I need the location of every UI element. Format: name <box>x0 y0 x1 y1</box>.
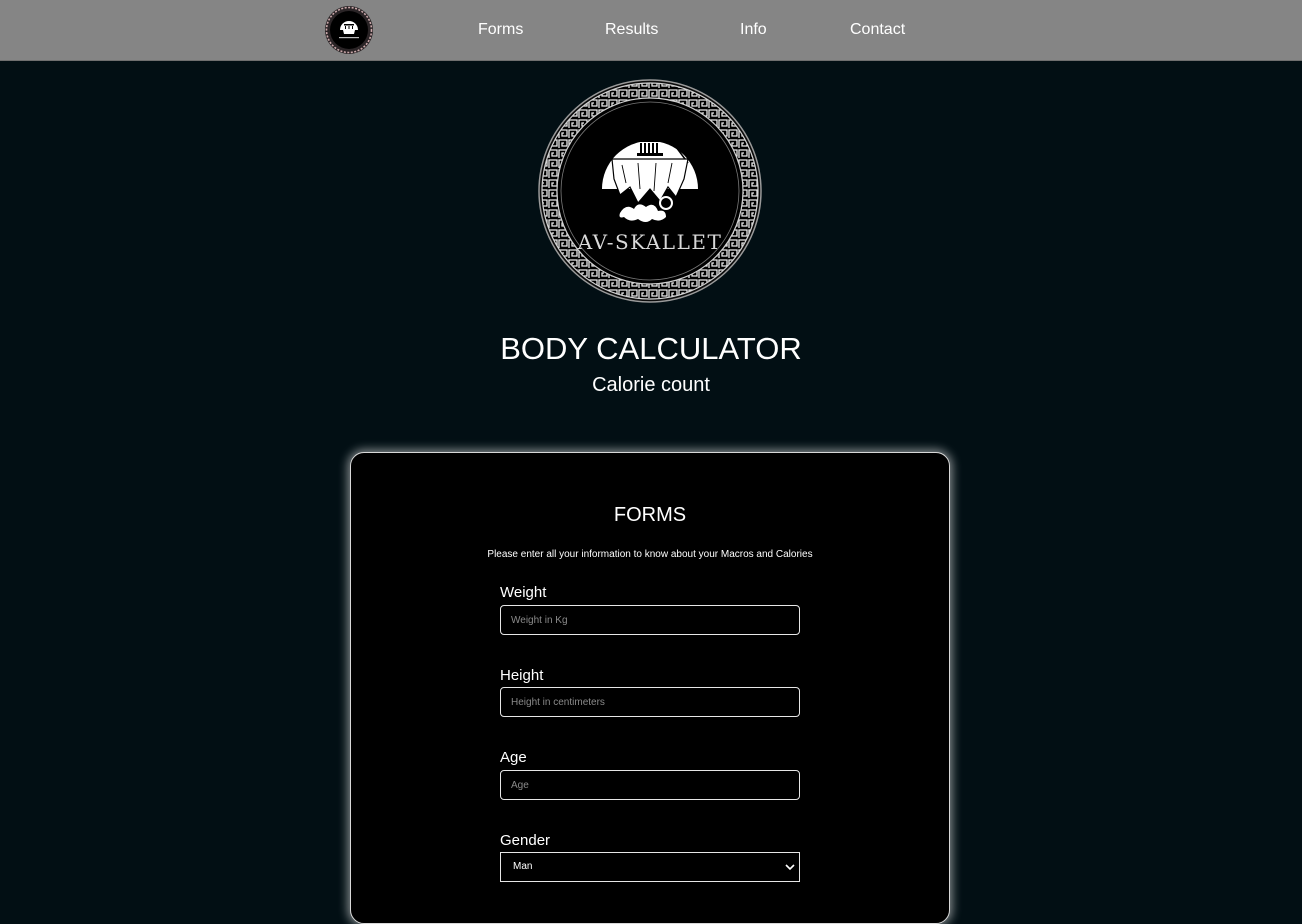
gender-label: Gender <box>500 832 551 849</box>
age-input[interactable] <box>500 770 800 800</box>
height-label: Height <box>500 667 544 684</box>
av-skallet-logo: AV-SKALLET <box>538 79 762 303</box>
height-input[interactable] <box>500 687 800 717</box>
nav-link-contact[interactable]: Contact <box>850 20 905 40</box>
nav-link-info[interactable]: Info <box>740 20 767 40</box>
page-subtitle: Calorie count <box>592 374 710 396</box>
nav-link-results[interactable]: Results <box>605 20 658 40</box>
weight-input[interactable] <box>500 605 800 635</box>
forms-card: FORMS Please enter all your information … <box>350 452 950 924</box>
top-navbar: Forms Results Info Contact <box>0 0 1302 61</box>
gender-selected-value: Man <box>513 861 533 872</box>
forms-description: Please enter all your information to kno… <box>487 549 813 560</box>
forms-card-title: FORMS <box>613 504 687 526</box>
weight-label: Weight <box>500 584 547 601</box>
nav-link-forms[interactable]: Forms <box>478 20 523 40</box>
nav-logo-icon[interactable] <box>324 5 374 55</box>
chevron-down-icon <box>785 864 795 871</box>
page-title: BODY CALCULATOR <box>500 331 802 366</box>
gender-select[interactable]: Man <box>500 852 800 882</box>
age-label: Age <box>500 749 527 766</box>
logo-brand-text: AV-SKALLET <box>577 230 723 254</box>
